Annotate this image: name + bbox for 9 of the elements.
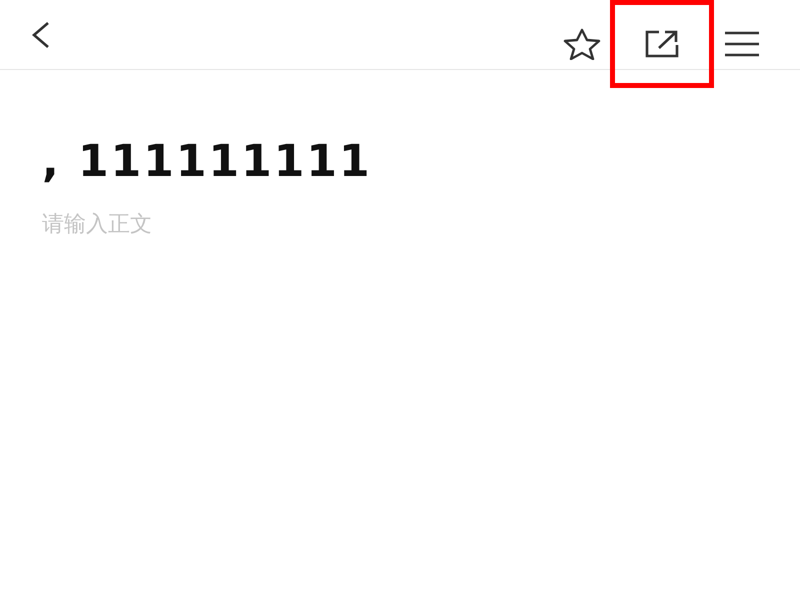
star-icon [561, 28, 603, 60]
share-button[interactable] [645, 28, 679, 58]
body-field[interactable]: 请输入正文 [42, 208, 542, 240]
note-title: , 111111111 [42, 136, 373, 188]
back-icon [30, 20, 50, 48]
menu-button[interactable] [724, 30, 760, 58]
star-button[interactable] [561, 28, 603, 60]
menu-icon [724, 30, 760, 58]
share-icon [645, 28, 679, 58]
